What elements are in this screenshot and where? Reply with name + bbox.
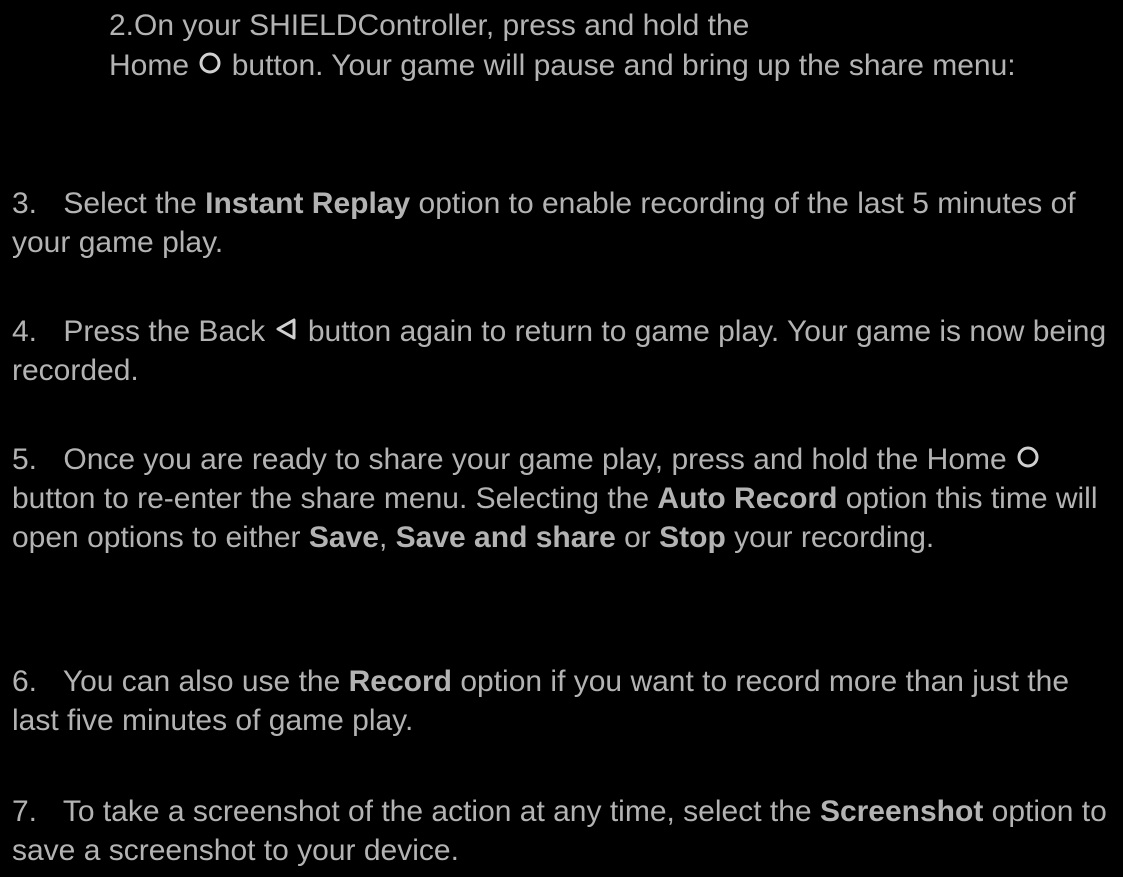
step-text: button. Your game will pause and bring u… — [231, 49, 1016, 82]
option-save-and-share: Save and share — [395, 521, 616, 554]
option-instant-replay: Instant Replay — [205, 187, 411, 220]
step-text: button to re-enter the share menu. Selec… — [12, 482, 650, 515]
step-number: 5. — [12, 443, 38, 476]
instructions-page: 2.On your SHIELDController, press and ho… — [0, 0, 1123, 877]
step-text: Press the Back — [63, 315, 266, 348]
step-text: Controller, press and hold the — [357, 9, 750, 42]
step-text: Select the — [63, 187, 197, 220]
step-text: To take a screenshot of the action at an… — [62, 795, 812, 828]
step-number: 4. — [12, 315, 38, 348]
option-screenshot: Screenshot — [819, 795, 984, 828]
step-number: 2. — [109, 9, 135, 42]
option-save: Save — [308, 521, 379, 554]
step-3: 3. Select the Instant Replay option to e… — [12, 184, 1117, 262]
step-text: Once you are ready to share your game pl… — [63, 443, 1007, 476]
step-number: 7. — [12, 795, 38, 828]
home-circle-icon — [197, 51, 223, 75]
step-text: You can also use the — [62, 665, 341, 698]
step-number: 6. — [12, 665, 38, 698]
comma: , — [378, 521, 388, 554]
step-5: 5. Once you are ready to share your game… — [12, 440, 1117, 557]
step-text: your recording. — [734, 521, 935, 554]
step-number: 3. — [12, 187, 38, 220]
option-stop: Stop — [659, 521, 726, 554]
step-text: On your SHIELD — [134, 9, 358, 42]
back-triangle-icon — [273, 317, 299, 341]
step-4: 4. Press the Back button again to return… — [12, 312, 1117, 390]
step-6: 6. You can also use the Record option if… — [12, 662, 1117, 740]
option-record: Record — [348, 665, 452, 698]
step-2: 2.On your SHIELDController, press and ho… — [109, 6, 1119, 86]
home-circle-icon — [1015, 445, 1041, 469]
step-text: Home — [109, 49, 190, 82]
step-text: or — [624, 521, 651, 554]
step-7: 7. To take a screenshot of the action at… — [12, 792, 1117, 870]
option-auto-record: Auto Record — [657, 482, 838, 515]
